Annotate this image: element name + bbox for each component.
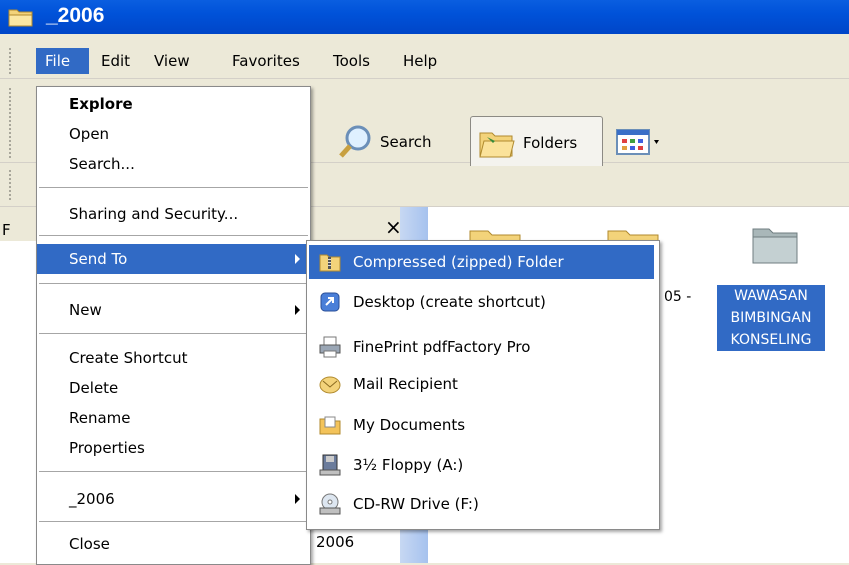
folder-icon[interactable] <box>750 223 800 267</box>
send-to-my-documents[interactable]: My Documents <box>309 408 654 442</box>
submenu-arrow-icon <box>295 305 300 315</box>
menu-item-new[interactable]: New <box>37 295 310 325</box>
file-menu: Explore Open Search... Sharing and Secur… <box>36 86 311 565</box>
tree-item-2006[interactable]: 2006 <box>316 533 354 551</box>
menu-item-close[interactable]: Close <box>37 529 310 559</box>
send-to-mail-recipient[interactable]: Mail Recipient <box>309 367 654 401</box>
menu-item-rename[interactable]: Rename <box>37 403 310 433</box>
title-bar: _2006 <box>0 0 849 34</box>
menu-tools[interactable]: Tools <box>333 52 370 70</box>
menu-item-sharing-security[interactable]: Sharing and Security... <box>37 199 310 229</box>
menu-view[interactable]: View <box>154 52 190 70</box>
views-button[interactable] <box>614 116 664 168</box>
menu-item-2006[interactable]: _2006 <box>37 484 310 514</box>
folders-pane-title: F <box>2 221 11 239</box>
menu-item-explore[interactable]: Explore <box>37 89 310 119</box>
selected-folder-label[interactable]: WAWASAN BIMBINGAN KONSELING <box>717 285 825 351</box>
send-to-menu: Compressed (zipped) Folder Desktop (crea… <box>306 240 660 530</box>
search-icon <box>339 125 371 158</box>
views-icon <box>616 129 659 155</box>
send-to-floppy[interactable]: 3½ Floppy (A:) <box>309 448 654 482</box>
menu-help[interactable]: Help <box>403 52 437 70</box>
desktop-shortcut-icon <box>320 292 340 312</box>
folder-icon <box>8 9 33 27</box>
my-documents-icon <box>319 416 341 435</box>
menu-separator <box>39 283 308 284</box>
floppy-icon <box>319 454 341 476</box>
menu-file[interactable]: File <box>36 48 89 74</box>
menu-item-delete[interactable]: Delete <box>37 373 310 403</box>
search-button[interactable]: Search <box>336 116 432 168</box>
mail-icon <box>319 376 341 394</box>
folders-button[interactable]: Folders <box>470 116 603 170</box>
menu-separator <box>39 471 308 472</box>
menu-item-send-to[interactable]: Send To <box>37 244 310 274</box>
printer-icon <box>319 336 341 358</box>
send-to-fineprint[interactable]: FinePrint pdfFactory Pro <box>309 330 654 364</box>
menu-item-open[interactable]: Open <box>37 119 310 149</box>
menu-item-search[interactable]: Search... <box>37 149 310 179</box>
menu-separator <box>39 333 308 334</box>
zip-folder-icon <box>319 254 341 272</box>
search-label: Search <box>380 133 432 151</box>
cd-drive-icon <box>319 493 341 515</box>
menu-separator <box>39 235 308 236</box>
folder-label-partial[interactable]: 05 - <box>664 289 691 305</box>
window-title: _2006 <box>46 4 105 27</box>
menu-edit[interactable]: Edit <box>101 52 130 70</box>
menu-bar: File Edit View Favorites Tools Help <box>0 44 849 79</box>
menubar-grip[interactable] <box>9 48 14 74</box>
submenu-arrow-icon <box>295 494 300 504</box>
send-to-desktop[interactable]: Desktop (create shortcut) <box>309 285 654 319</box>
menu-item-create-shortcut[interactable]: Create Shortcut <box>37 343 310 373</box>
menu-separator <box>39 521 308 522</box>
menu-item-properties[interactable]: Properties <box>37 433 310 463</box>
send-to-cd-drive[interactable]: CD-RW Drive (F:) <box>309 487 654 521</box>
addressbar-grip[interactable] <box>9 170 14 200</box>
menu-favorites[interactable]: Favorites <box>232 52 300 70</box>
toolbar-grip[interactable] <box>9 88 14 158</box>
send-to-compressed-folder[interactable]: Compressed (zipped) Folder <box>309 245 654 279</box>
submenu-arrow-icon <box>295 254 300 264</box>
folders-label: Folders <box>523 134 578 152</box>
folders-icon <box>479 132 515 158</box>
menu-separator <box>39 187 308 188</box>
